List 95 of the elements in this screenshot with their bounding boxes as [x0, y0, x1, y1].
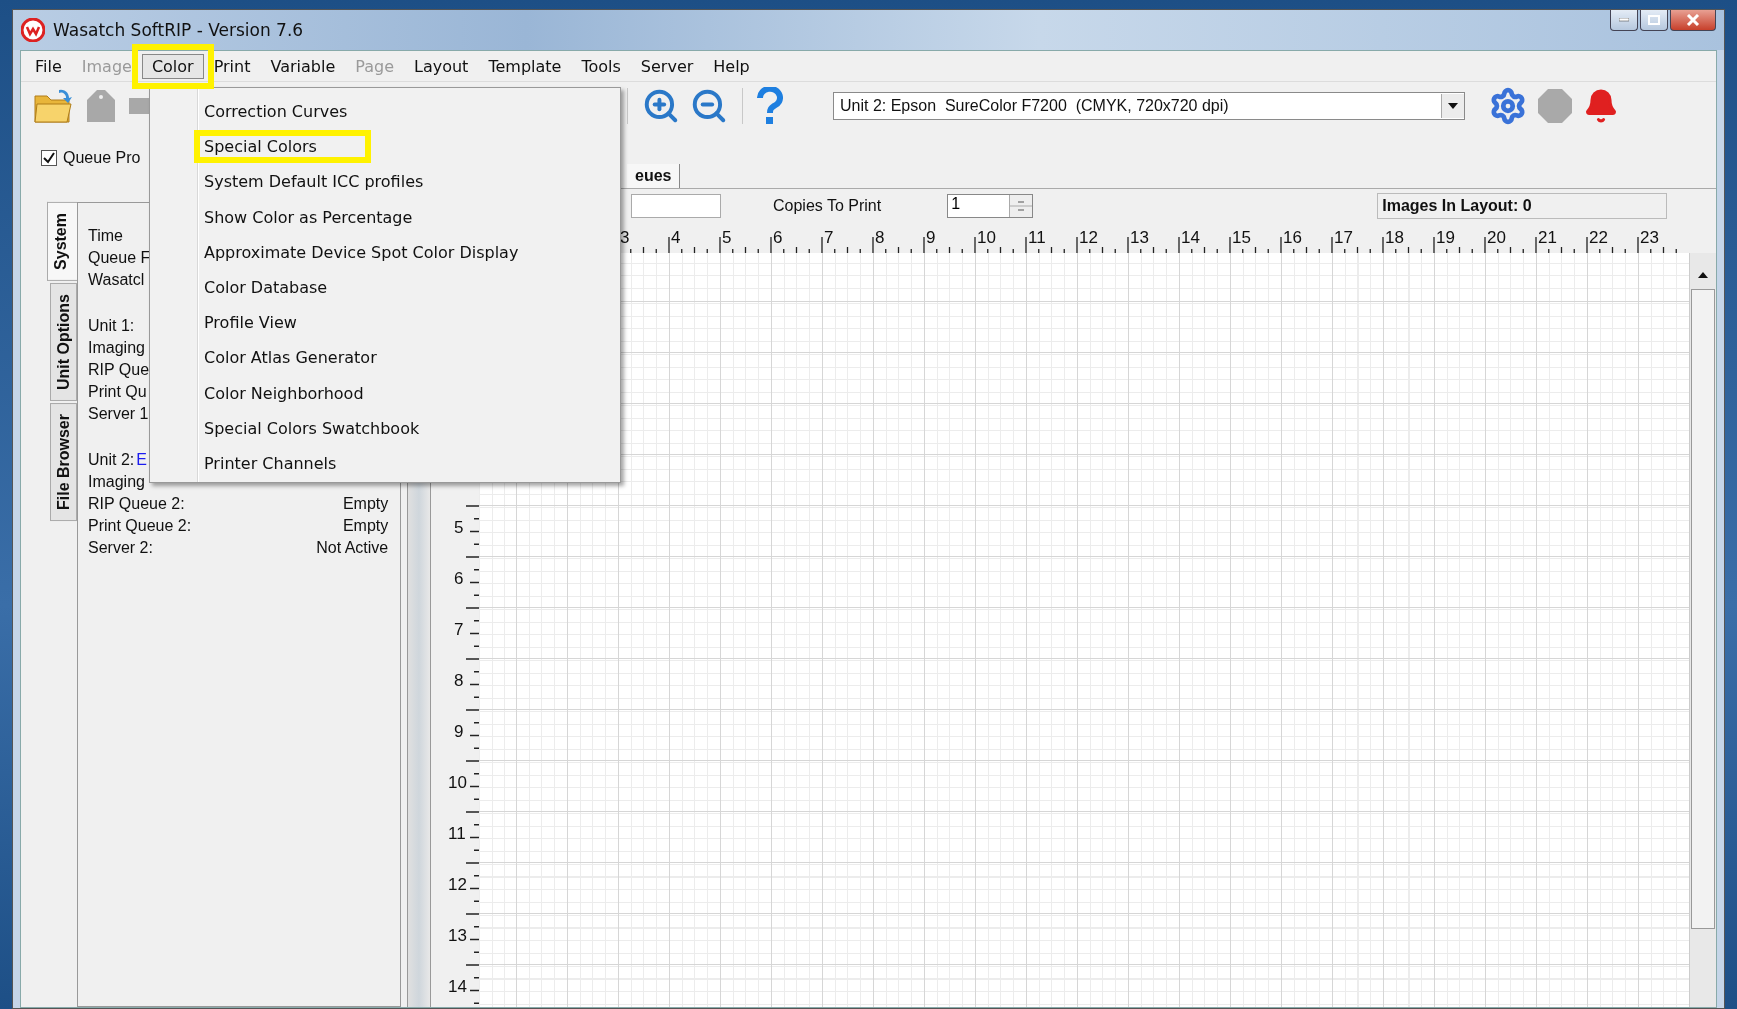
folder-icon[interactable]	[33, 88, 73, 124]
ruler-label: 14	[448, 977, 467, 996]
ruler-label: 3	[620, 228, 630, 247]
menu-option[interactable]: Correction Curves	[204, 101, 348, 123]
ruler-label: 5	[722, 228, 732, 247]
info-value: Not Active	[316, 539, 389, 557]
ruler-label: 7	[824, 228, 834, 247]
ruler-label: 6	[773, 228, 783, 247]
ruler-label: 22	[1589, 228, 1608, 247]
minimize-icon	[1619, 18, 1629, 22]
menu-option[interactable]: System Default ICC profiles	[204, 171, 424, 193]
ruler-label: 16	[1283, 228, 1302, 247]
maximize-icon	[1648, 15, 1660, 25]
ruler-label: 4	[671, 228, 681, 247]
settings-icon[interactable]	[1489, 87, 1527, 125]
ruler-label: 21	[1538, 228, 1557, 247]
unit-link[interactable]: E	[136, 451, 147, 469]
bell-icon[interactable]	[1583, 88, 1619, 124]
menu-item[interactable]: Print	[203, 53, 261, 79]
menu-option[interactable]: Special Colors Swatchbook	[204, 417, 420, 439]
minimize-button[interactable]	[1610, 10, 1638, 31]
info-label: Unit 1:	[88, 317, 135, 335]
ruler-label: 23	[1640, 228, 1659, 247]
side-tab[interactable]: File Browser	[50, 402, 77, 521]
info-label: Imaging	[88, 339, 145, 357]
info-label: Queue F	[88, 249, 151, 267]
checkbox[interactable]	[41, 150, 57, 166]
menu-option[interactable]: Color Database	[204, 277, 328, 299]
ruler-label: 14	[1181, 228, 1200, 247]
info-label: Imaging	[88, 473, 145, 491]
menu-item[interactable]: Variable	[260, 53, 346, 79]
side-tab[interactable]: System	[47, 202, 77, 281]
info-label: Print Qu	[88, 383, 147, 401]
menu-option[interactable]: Show Color as Percentage	[204, 206, 413, 228]
menu-option[interactable]: Color Neighborhood	[204, 382, 364, 404]
ruler-label: 19	[1436, 228, 1455, 247]
ruler-label: 20	[1487, 228, 1506, 247]
zoom-out-icon[interactable]	[690, 87, 728, 125]
ruler-label: 13	[448, 926, 467, 945]
info-label: Server 2:	[88, 539, 153, 557]
ruler-label: 11	[1028, 228, 1046, 247]
menu-item[interactable]: Help	[703, 53, 760, 79]
ruler-label: 12	[1079, 228, 1098, 247]
info-label: Wasatcl	[88, 271, 145, 289]
ruler-label: 12	[448, 875, 467, 894]
printer-select[interactable]: Unit 2: Epson SureColor F7200 (CMYK, 720x720 dpi)	[833, 92, 1465, 120]
menu-option[interactable]: Printer Channels	[204, 452, 337, 474]
menu-item[interactable]: File	[25, 53, 72, 79]
zoom-in-icon[interactable]	[642, 87, 680, 125]
input-field[interactable]	[631, 194, 721, 218]
copies-spinner[interactable]: 1	[947, 194, 1034, 218]
copies-label: Copies To Print	[773, 197, 882, 215]
ruler-label: 8	[454, 671, 464, 690]
ruler-label: 10	[448, 773, 467, 792]
scrollbar[interactable]	[1689, 253, 1716, 1007]
close-icon	[1686, 14, 1700, 26]
checkbox-label: Queue Pro	[63, 149, 141, 167]
side-tab[interactable]: Unit Options	[50, 282, 77, 401]
ruler-label: 6	[454, 569, 464, 588]
maximize-button[interactable]	[1640, 10, 1668, 31]
info-label: Server 1	[88, 405, 149, 423]
ruler-label: 9	[926, 228, 936, 247]
info-label: RIP Que	[88, 361, 150, 379]
info-value: Empty	[342, 495, 389, 513]
app-logo-icon	[21, 18, 45, 42]
ruler-label: 8	[875, 228, 885, 247]
menu-option[interactable]: Special Colors	[194, 130, 371, 164]
ruler-label: 15	[1232, 228, 1251, 247]
help-icon[interactable]	[757, 87, 783, 125]
info-label: Print Queue 2:	[88, 517, 192, 535]
ruler-label: 11	[448, 824, 466, 843]
ruler-label: 13	[1130, 228, 1149, 247]
menu-option[interactable]: Approximate Device Spot Color Display	[204, 241, 519, 263]
close-button[interactable]	[1670, 10, 1716, 31]
window-title: Wasatch SoftRIP - Version 7.6	[53, 20, 304, 40]
info-label: RIP Queue 2:	[88, 495, 185, 513]
layout-tab[interactable]: eues	[627, 164, 681, 188]
info-label: Unit 2:	[88, 451, 135, 469]
ruler-label: 7	[454, 620, 464, 639]
menu-item[interactable]: Tools	[571, 53, 631, 79]
info-value: Empty	[342, 517, 389, 535]
images-count: Images In Layout: 0	[1377, 193, 1668, 219]
ruler-label: 9	[454, 722, 464, 741]
menu-item[interactable]: Server	[630, 53, 704, 79]
scroll-thumb[interactable]	[1691, 289, 1715, 929]
ruler-label: 18	[1385, 228, 1404, 247]
menu-item[interactable]: Template	[478, 53, 572, 79]
ruler-label: 10	[977, 228, 996, 247]
stop-icon[interactable]	[1537, 88, 1573, 124]
ruler-label: 5	[454, 518, 464, 537]
menu-option[interactable]: Color Atlas Generator	[204, 347, 377, 369]
info-label: Time	[88, 227, 123, 245]
menu-option[interactable]: Profile View	[204, 312, 297, 334]
ruler-label: 17	[1334, 228, 1353, 247]
menu-item[interactable]: Layout	[404, 53, 479, 79]
